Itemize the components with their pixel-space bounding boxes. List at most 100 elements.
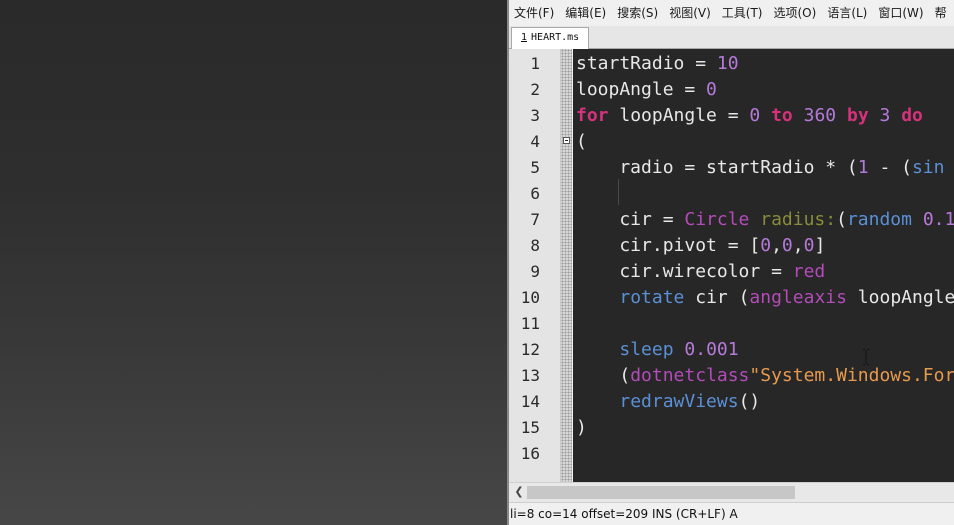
menu-item[interactable]: 窗口(W) — [873, 0, 929, 26]
code-line: sleep 0.001 — [576, 337, 739, 363]
code-token: ( — [576, 365, 631, 386]
chevron-left-icon[interactable]: ❮ — [512, 483, 526, 502]
menu-item[interactable]: 视图(V) — [664, 0, 717, 26]
line-number: 4 — [530, 132, 540, 151]
code-token: cir.wirecolor = — [576, 261, 793, 282]
code-token: sin — [911, 157, 945, 178]
code-line: cir.wirecolor = red — [576, 259, 825, 285]
code-token: startRadio = — [576, 53, 717, 74]
code-token: loopAngle = — [608, 105, 750, 126]
line-number: 13 — [520, 366, 540, 385]
code-token: 0 — [749, 105, 761, 126]
code-token: 0 — [706, 79, 717, 100]
text-cursor-icon — [863, 349, 869, 365]
menu-item[interactable]: 语言(L) — [822, 0, 873, 26]
code-token: ( — [836, 209, 847, 230]
code-editor-window: 文件(F) 编辑(E) 搜索(S) 视图(V) 工具(T) 选项(O) 语言(L) 窗口(W)… — [507, 0, 954, 525]
code-token: cir.pivot = [ — [576, 235, 761, 256]
status-bar: li=8 co=14 offset=209 INS (CR+LF) A — [509, 502, 954, 525]
line-number: 11 — [520, 314, 540, 333]
code-token: 0.001 — [684, 339, 739, 360]
code-token: loopAngle — [846, 287, 954, 308]
code-line: loopAngle = 0 — [576, 77, 717, 103]
code-token: do — [901, 105, 923, 126]
code-token: 0 — [803, 235, 815, 256]
code-token: sleep — [619, 339, 674, 360]
line-number: 7 — [530, 210, 540, 229]
code-token: ) — [576, 417, 587, 438]
scrollbar-thumb[interactable] — [527, 486, 795, 499]
code-token: cir ( — [684, 287, 750, 308]
code-token: red — [792, 261, 826, 282]
code-token: loopAngle = — [576, 79, 707, 100]
code-token: radio = startRadio * ( — [576, 157, 858, 178]
code-line: cir.pivot = [0,0,0] — [576, 233, 825, 259]
code-token: angleaxis — [749, 287, 847, 308]
code-token: 1 — [857, 157, 869, 178]
line-number-gutter[interactable]: 1 2 3 4 5 6 7 8 9 10 11 12 13 14 15 16 — [509, 49, 561, 482]
code-token: redrawViews — [619, 391, 739, 412]
code-token: 360 — [803, 105, 837, 126]
code-token: 0.1 — [922, 209, 954, 230]
menu-item[interactable]: 编辑(E) — [560, 0, 612, 26]
indent-guide — [618, 179, 619, 205]
line-number: 5 — [530, 158, 540, 177]
line-number: 6 — [530, 184, 540, 203]
fold-margin[interactable] — [561, 49, 572, 482]
line-number: 8 — [530, 236, 540, 255]
code-line: (dotnetclass"System.Windows.For — [576, 363, 954, 389]
line-number: 15 — [520, 418, 540, 437]
line-number: 14 — [520, 392, 540, 411]
code-token: cir = — [576, 209, 685, 230]
line-number: 9 — [530, 262, 540, 281]
code-line: startRadio = 10 — [576, 51, 739, 77]
line-number: 10 — [520, 288, 540, 307]
code-line: ( — [576, 129, 587, 155]
status-text: li=8 co=14 offset=209 INS (CR+LF) A — [510, 507, 738, 521]
code-token: - ( — [868, 157, 912, 178]
code-token: for — [576, 105, 609, 126]
code-token: , — [771, 235, 782, 256]
code-line: redrawViews() — [576, 389, 760, 415]
code-token: dotnetclass — [630, 365, 750, 386]
code-token: "System.Windows.For — [749, 365, 954, 386]
code-token: random — [846, 209, 912, 230]
code-token: ( — [576, 131, 587, 152]
code-token: 0 — [760, 235, 772, 256]
code-token: () — [738, 391, 761, 412]
menu-bar: 文件(F) 编辑(E) 搜索(S) 视图(V) 工具(T) 选项(O) 语言(L) 窗口(W)… — [509, 0, 954, 26]
fold-toggle-icon[interactable] — [563, 137, 570, 144]
menu-item[interactable]: 搜索(S) — [612, 0, 664, 26]
horizontal-scrollbar[interactable]: ❮ — [509, 482, 954, 502]
tab-label: HEART.ms — [531, 32, 580, 43]
menu-item[interactable]: 帮 — [930, 0, 953, 26]
tab-number: 1 — [521, 32, 528, 43]
code-token: , — [792, 235, 804, 256]
code-line: rotate cir (angleaxis loopAngle — [576, 285, 954, 311]
line-number: 3 — [530, 106, 540, 125]
menu-item[interactable]: 文件(F) — [509, 0, 560, 26]
line-number: 16 — [520, 444, 540, 463]
menu-item[interactable]: 选项(O) — [769, 0, 823, 26]
code-token: 0 — [781, 235, 793, 256]
code-token: 10 — [716, 53, 739, 74]
code-token: radius: — [760, 209, 837, 230]
code-line: for loopAngle = 0 to 360 by 3 do — [576, 103, 923, 129]
tab-heart-ms[interactable]: 1 HEART.ms — [511, 27, 590, 49]
code-line: radio = startRadio * (1 - (sin — [576, 155, 944, 181]
line-number: 2 — [530, 80, 540, 99]
code-area[interactable]: startRadio = 10 loopAngle = 0 for loopAngl… — [573, 49, 954, 482]
code-token: by — [846, 105, 869, 126]
code-line: cir = Circle radius:(random 0.1 — [576, 207, 954, 233]
menu-item[interactable]: 工具(T) — [717, 0, 769, 26]
